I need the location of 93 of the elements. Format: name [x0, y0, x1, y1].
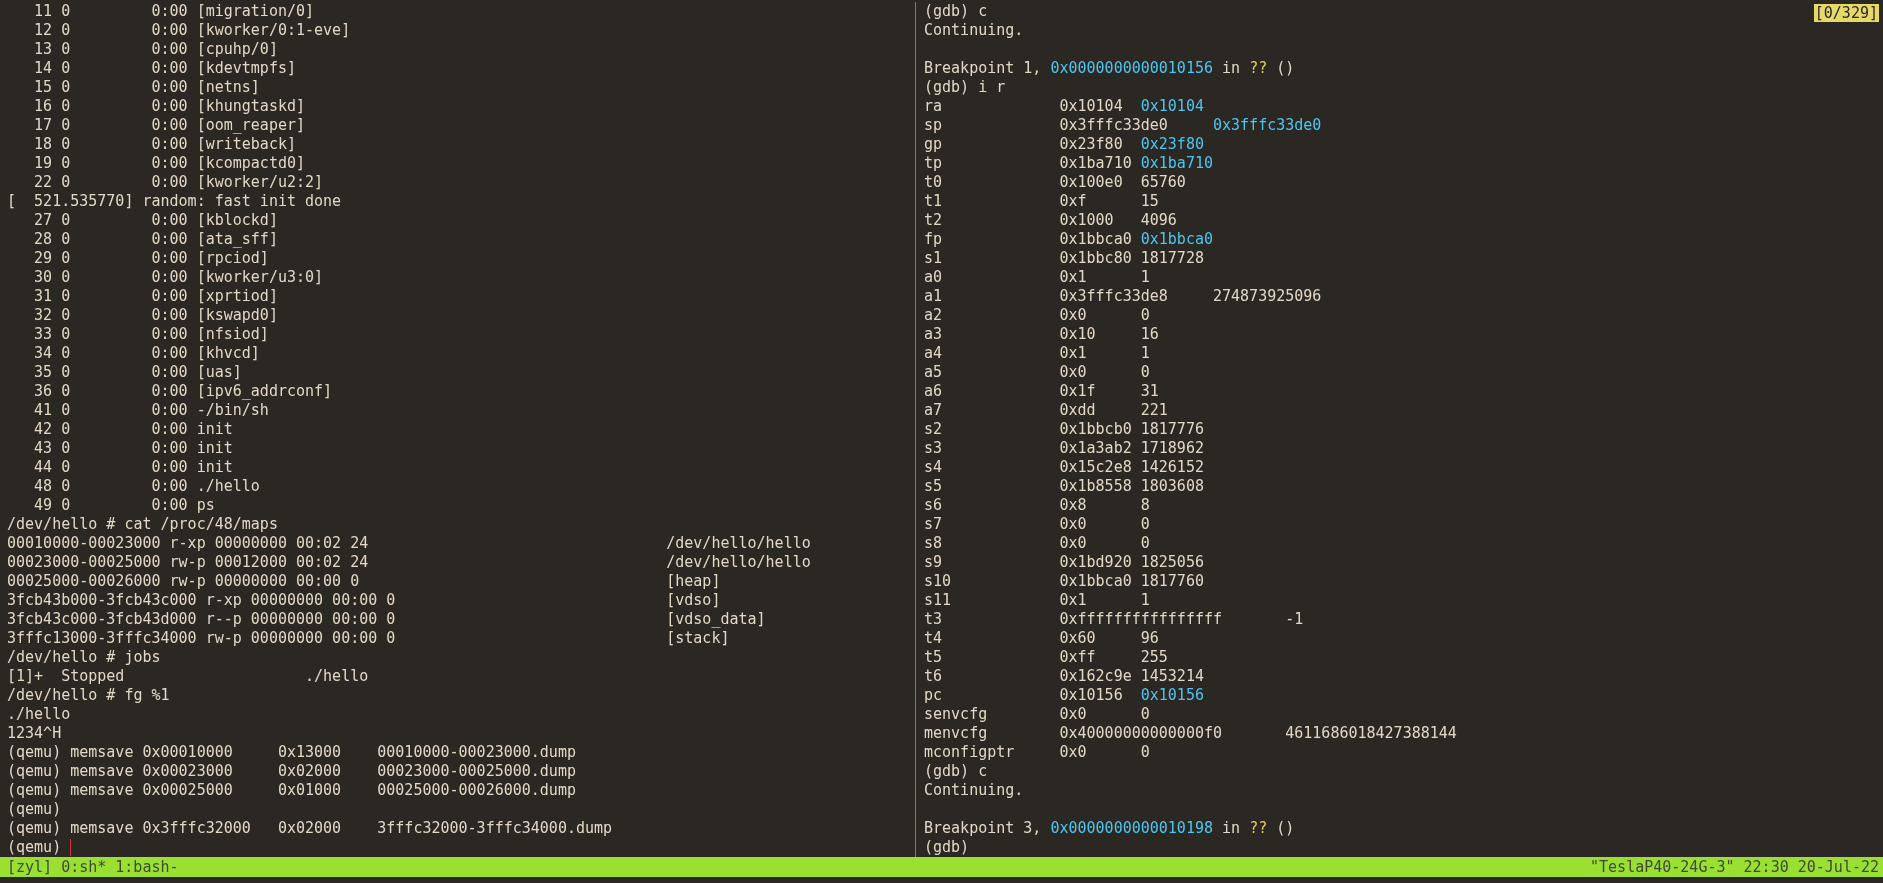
terminal-line: a2 0x0 0 — [924, 306, 1150, 325]
terminal-line: 1234^H — [7, 724, 62, 743]
host-clock: "TeslaP40-24G-3" 22:30 20-Jul-22 — [1590, 857, 1879, 877]
terminal-line: 27 0 0:00 [kblockd] — [33, 211, 278, 230]
terminal-line: a5 0x0 0 — [924, 363, 1150, 382]
terminal-line: 42 0 0:00 init — [33, 420, 233, 439]
terminal-line: pc 0x10156 0x10156 — [924, 686, 1204, 705]
terminal-line: s1 0x1bbc80 1817728 — [924, 249, 1204, 268]
terminal-line: /dev/hello # cat /proc/48/maps — [7, 515, 278, 534]
terminal-line: t4 0x60 96 — [924, 629, 1159, 648]
terminal-line: 28 0 0:00 [ata_sff] — [33, 230, 278, 249]
terminal-line: Breakpoint 3, 0x0000000000010198 in ?? () — [924, 819, 1295, 838]
terminal-line: 36 0 0:00 [ipv6_addrconf] — [33, 382, 333, 401]
terminal-line: 48 0 0:00 ./hello — [33, 477, 260, 496]
terminal-line: (gdb) — [924, 838, 970, 857]
terminal-line: s8 0x0 0 — [924, 534, 1150, 553]
terminal-line: t6 0x162c9e 1453214 — [924, 667, 1204, 686]
terminal-line: 16 0 0:00 [khungtaskd] — [33, 97, 305, 116]
terminal-line: s11 0x1 1 — [924, 591, 1150, 610]
terminal-line: 14 0 0:00 [kdevtmpfs] — [33, 59, 296, 78]
terminal-line: (qemu) memsave 0x00010000 0x13000 00010000-00023000.dump — [7, 743, 576, 762]
terminal-line: a0 0x1 1 — [924, 268, 1150, 287]
terminal-line: 43 0 0:00 init — [33, 439, 233, 458]
session-name: [zyl] — [7, 857, 53, 877]
terminal-line: 3fcb43b000-3fcb43c000 r-xp 00000000 00:00 0 [vdso] — [7, 591, 721, 610]
terminal-line: [1]+ Stopped ./hello — [7, 667, 369, 686]
terminal-line: s4 0x15c2e8 1426152 — [924, 458, 1204, 477]
terminal-line: 31 0 0:00 [xprtiod] — [33, 287, 278, 306]
terminal-line: s9 0x1bd920 1825056 — [924, 553, 1204, 572]
terminal-line: a6 0x1f 31 — [924, 382, 1159, 401]
terminal-line: 00010000-00023000 r-xp 00000000 00:02 24 /dev/hello/hello — [7, 534, 811, 553]
terminal-line: 29 0 0:00 [rpciod] — [33, 249, 269, 268]
terminal-line: s10 0x1bbca0 1817760 — [924, 572, 1204, 591]
terminal-line: s6 0x8 8 — [924, 496, 1150, 515]
terminal-line: 3fcb43c000-3fcb43d000 r--p 00000000 00:00 0 [vdso_data] — [7, 610, 766, 629]
terminal-line: 41 0 0:00 -/bin/sh — [33, 401, 269, 420]
terminal-line: 11 0 0:00 [migration/0] — [33, 2, 315, 21]
terminal-line: 19 0 0:00 [kcompactd0] — [33, 154, 305, 173]
terminal-line: (qemu) — [7, 800, 62, 819]
terminal-line: s7 0x0 0 — [924, 515, 1150, 534]
terminal-line: (qemu) memsave 0x00025000 0x01000 00025000-00026000.dump — [7, 781, 576, 800]
terminal-line: 18 0 0:00 [writeback] — [33, 135, 296, 154]
terminal-line: 3fffc13000-3fffc34000 rw-p 00000000 00:00 0 [stack] — [7, 629, 730, 648]
terminal-line: ./hello — [7, 705, 71, 724]
terminal-line: sp 0x3fffc33de0 0x3fffc33de0 — [924, 116, 1322, 135]
terminal-line: /dev/hello # jobs — [7, 648, 161, 667]
terminal-line: 22 0 0:00 [kworker/u2:2] — [33, 173, 324, 192]
terminal-line: (gdb) c — [924, 762, 988, 781]
terminal-line: t5 0xff 255 — [924, 648, 1168, 667]
terminal-line: 12 0 0:00 [kworker/0:1-eve] — [33, 21, 351, 40]
terminal-line: 35 0 0:00 [uas] — [33, 363, 242, 382]
terminal-line: 15 0 0:00 [netns] — [33, 78, 260, 97]
position-indicator: [0/329] — [1813, 4, 1879, 22]
terminal-line: [ 521.535770] random: fast init done — [7, 192, 342, 211]
terminal-line: senvcfg 0x0 0 — [924, 705, 1150, 724]
terminal-line: (qemu) memsave 0x00023000 0x02000 00023000-00025000.dump — [7, 762, 576, 781]
terminal-line: a3 0x10 16 — [924, 325, 1159, 344]
terminal-line: 30 0 0:00 [kworker/u3:0] — [33, 268, 324, 287]
terminal-line: 33 0 0:00 [nfsiod] — [33, 325, 269, 344]
terminal-line: Breakpoint 1, 0x0000000000010156 in ?? () — [924, 59, 1295, 78]
terminal-line: a1 0x3fffc33de8 274873925096 — [924, 287, 1322, 306]
window-tab[interactable]: 1:bash- — [115, 857, 179, 877]
terminal-line: (qemu) — [7, 838, 72, 857]
terminal-line: 44 0 0:00 init — [33, 458, 233, 477]
terminal-line: /dev/hello # fg %1 — [7, 686, 170, 705]
terminal-line: t3 0xffffffffffffffff -1 — [924, 610, 1304, 629]
terminal-line: a7 0xdd 221 — [924, 401, 1168, 420]
terminal-line: ra 0x10104 0x10104 — [924, 97, 1204, 116]
terminal-line: s2 0x1bbcb0 1817776 — [924, 420, 1204, 439]
terminal-line: (gdb) c — [924, 2, 988, 21]
terminal-line: 49 0 0:00 ps — [33, 496, 215, 515]
terminal-line: t1 0xf 15 — [924, 192, 1159, 211]
terminal-line: a4 0x1 1 — [924, 344, 1150, 363]
terminal-line: s5 0x1b8558 1803608 — [924, 477, 1204, 496]
terminal-line: t2 0x1000 4096 — [924, 211, 1177, 230]
terminal-line: 17 0 0:00 [oom_reaper] — [33, 116, 305, 135]
terminal-line: t0 0x100e0 65760 — [924, 173, 1186, 192]
terminal-line: 13 0 0:00 [cpuhp/0] — [33, 40, 278, 59]
terminal-line: 00025000-00026000 rw-p 00000000 00:00 0 [heap] — [7, 572, 721, 591]
terminal-line: gp 0x23f80 0x23f80 — [924, 135, 1204, 154]
window-tab[interactable]: 0:sh* — [61, 857, 107, 877]
terminal-line: (qemu) memsave 0x3fffc32000 0x02000 3fffc32000-3fffc34000.dump — [7, 819, 613, 838]
terminal-line: s3 0x1a3ab2 1718962 — [924, 439, 1204, 458]
terminal-line: (gdb) i r — [924, 78, 1006, 97]
terminal-line: 32 0 0:00 [kswapd0] — [33, 306, 278, 325]
terminal-line: tp 0x1ba710 0x1ba710 — [924, 154, 1213, 173]
terminal-line: Continuing. — [924, 21, 1024, 40]
terminal-line: 34 0 0:00 [khvcd] — [33, 344, 260, 363]
terminal-line: Continuing. — [924, 781, 1024, 800]
terminal-line: 00023000-00025000 rw-p 00012000 00:02 24 /dev/hello/hello — [7, 553, 811, 572]
terminal-line: mconfigptr 0x0 0 — [924, 743, 1150, 762]
terminal-line: menvcfg 0x40000000000000f0 4611686018427388144 — [924, 724, 1457, 743]
terminal-line: fp 0x1bbca0 0x1bbca0 — [924, 230, 1213, 249]
